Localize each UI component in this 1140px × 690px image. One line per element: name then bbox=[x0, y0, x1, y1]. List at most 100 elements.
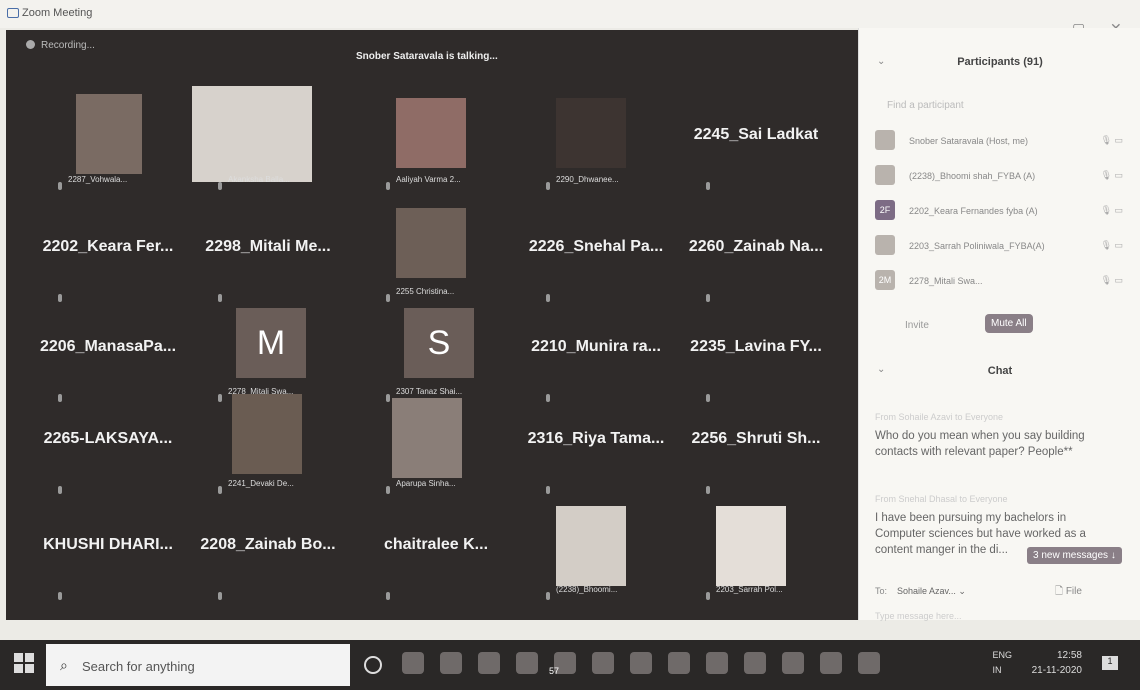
video-tile[interactable]: 2287_Vohwala... bbox=[28, 86, 188, 196]
mute-all-button[interactable]: Mute All bbox=[985, 314, 1033, 333]
participant-row[interactable]: 2F 2202_Keara Fernandes fyba (A) 🎙 ▭ bbox=[875, 200, 1131, 228]
video-tile[interactable]: 2241_Devaki De... bbox=[188, 390, 348, 500]
recording-label: Recording... bbox=[41, 40, 95, 51]
chrome-icon[interactable] bbox=[630, 652, 652, 674]
participant-name: 2316_Riya Tama... bbox=[527, 430, 665, 447]
mic-video-icon[interactable]: 🎙 ▭ bbox=[1101, 170, 1123, 181]
video-tile[interactable]: (2238)_Bhoomi... bbox=[516, 496, 676, 606]
participant-caption: Aaliyah Varma 2... bbox=[396, 175, 461, 184]
muted-mic-icon bbox=[58, 486, 62, 494]
muted-mic-icon bbox=[58, 592, 62, 600]
video-tile[interactable]: 2298_Mitali Me... bbox=[188, 198, 348, 308]
participant-name: 2202_Keara Fer... bbox=[42, 238, 174, 255]
mic-video-icon[interactable]: 🎙 ▭ bbox=[1101, 240, 1123, 251]
store-icon[interactable] bbox=[478, 652, 500, 674]
participant-caption: 2287_Vohwala... bbox=[68, 175, 128, 184]
muted-mic-icon bbox=[386, 592, 390, 600]
chat-recipient[interactable]: To: Sohaile Azav... ⌄ bbox=[875, 586, 966, 597]
new-messages-button[interactable]: 3 new messages ↓ bbox=[1027, 547, 1122, 564]
participant-avatar: 2M bbox=[875, 270, 895, 290]
mic-video-icon[interactable]: 🎙 ▭ bbox=[1101, 205, 1123, 216]
recording-indicator[interactable]: Recording... bbox=[26, 40, 95, 51]
video-tile[interactable]: 2290_Dhwanee... bbox=[516, 86, 676, 196]
participant-name: 2226_Snehal Pa... bbox=[528, 238, 664, 255]
participant-avatar: S bbox=[404, 308, 474, 378]
participant-avatar: M bbox=[236, 308, 306, 378]
participant-row-name: 2278_Mitali Swa... bbox=[909, 276, 983, 286]
video-tile[interactable]: 2208_Zainab Bo... bbox=[188, 496, 348, 606]
muted-mic-icon bbox=[58, 182, 62, 190]
participant-name: 2206_ManasaPa... bbox=[39, 338, 177, 355]
zoom-icon[interactable] bbox=[820, 652, 842, 674]
participant-row[interactable]: Snober Sataravala (Host, me) 🎙 ▭ bbox=[875, 130, 1131, 158]
video-tile[interactable]: 2202_Keara Fer... bbox=[28, 198, 188, 308]
participant-caption: Akanksha Balla... bbox=[228, 175, 290, 184]
participant-name: 2208_Zainab Bo... bbox=[200, 536, 336, 553]
video-tile[interactable]: 2260_Zainab Na... bbox=[676, 198, 836, 308]
participant-row[interactable]: (2238)_Bhoomi shah_FYBA (A) 🎙 ▭ bbox=[875, 165, 1131, 193]
video-tile[interactable]: 2226_Snehal Pa... bbox=[516, 198, 676, 308]
task-view-icon[interactable] bbox=[402, 652, 424, 674]
app-icon[interactable] bbox=[782, 652, 804, 674]
video-tile[interactable]: 2203_Sarrah Pol... bbox=[676, 496, 836, 606]
participant-row-name: 2202_Keara Fernandes fyba (A) bbox=[909, 206, 1038, 216]
video-gallery: Recording... Snober Sataravala is talkin… bbox=[6, 30, 858, 620]
participant-name: 2245_Sai Ladkat bbox=[693, 126, 819, 143]
video-tile[interactable]: 2316_Riya Tama... bbox=[516, 390, 676, 500]
video-tile[interactable]: 2265-LAKSAYA... bbox=[28, 390, 188, 500]
participant-video bbox=[396, 208, 466, 278]
muted-mic-icon bbox=[546, 592, 550, 600]
find-participant-input[interactable]: Find a participant bbox=[887, 100, 964, 111]
mail-icon[interactable] bbox=[516, 652, 538, 674]
time: 12:58 bbox=[1056, 650, 1082, 661]
participant-name: 2235_Lavina FY... bbox=[690, 338, 822, 355]
participant-caption: 2255 Christina... bbox=[396, 287, 455, 296]
clock[interactable]: 12:58 21-11-2020 bbox=[1032, 648, 1082, 678]
participant-row[interactable]: 2203_Sarrah Poliniwala_FYBA(A) 🎙 ▭ bbox=[875, 235, 1131, 263]
video-tile[interactable]: Aparupa Sinha... bbox=[356, 390, 516, 500]
chat-input[interactable]: Type message here... bbox=[875, 611, 962, 621]
file-button[interactable]: 🗋 File bbox=[1055, 584, 1082, 601]
chat-sender: From Snehal Dhasal to Everyone bbox=[875, 494, 1008, 504]
participant-video bbox=[556, 98, 626, 168]
participant-video bbox=[716, 506, 786, 586]
excel-icon[interactable] bbox=[592, 652, 614, 674]
calculator-icon[interactable] bbox=[706, 652, 728, 674]
active-speaker-label: Snober Sataravala is talking... bbox=[356, 51, 498, 62]
video-tile[interactable]: KHUSHI DHARI... bbox=[28, 496, 188, 606]
muted-mic-icon bbox=[386, 182, 390, 190]
file-explorer-icon[interactable] bbox=[440, 652, 462, 674]
recipient-select[interactable]: Sohaile Azav... ⌄ bbox=[897, 586, 966, 596]
video-tile[interactable]: Aaliyah Varma 2... bbox=[356, 86, 516, 196]
windows-start-icon[interactable] bbox=[14, 653, 34, 673]
video-tile[interactable]: 2256_Shruti Sh... bbox=[676, 390, 836, 500]
participant-avatar: 2F bbox=[875, 200, 895, 220]
participant-caption: Aparupa Sinha... bbox=[396, 479, 456, 488]
network-icon[interactable] bbox=[858, 652, 880, 674]
video-tile[interactable]: 2255 Christina... bbox=[356, 198, 516, 308]
invite-button[interactable]: Invite bbox=[905, 320, 929, 331]
video-tile[interactable]: chaitralee K... bbox=[356, 496, 516, 606]
participant-row[interactable]: 2M 2278_Mitali Swa... 🎙 ▭ bbox=[875, 270, 1131, 298]
chat-title: Chat bbox=[987, 365, 1013, 377]
participant-video bbox=[76, 94, 142, 174]
participant-name: 2298_Mitali Me... bbox=[205, 238, 331, 255]
taskbar-search[interactable]: ⌕ Search for anything bbox=[46, 644, 350, 686]
mail-badge: 57 bbox=[549, 666, 560, 676]
cortana-icon[interactable] bbox=[364, 656, 382, 674]
browser-icon[interactable] bbox=[744, 652, 766, 674]
participant-caption: 2290_Dhwanee... bbox=[556, 175, 619, 184]
muted-mic-icon bbox=[546, 486, 550, 494]
mic-video-icon[interactable]: 🎙 ▭ bbox=[1101, 275, 1123, 286]
file-label: File bbox=[1065, 586, 1082, 597]
video-tile[interactable]: 2245_Sai Ladkat bbox=[676, 86, 836, 196]
video-tile[interactable]: Akanksha Balla... bbox=[188, 86, 348, 196]
participant-video bbox=[392, 398, 462, 478]
mic-video-icon[interactable]: 🎙 ▭ bbox=[1101, 135, 1123, 146]
language-indicator[interactable]: ENG IN bbox=[992, 648, 1012, 678]
search-placeholder: Search for anything bbox=[82, 659, 195, 674]
notification-icon[interactable]: 1 bbox=[1102, 656, 1118, 670]
participant-name: 2260_Zainab Na... bbox=[688, 238, 824, 255]
edge-icon[interactable] bbox=[668, 652, 690, 674]
participant-row-name: Snober Sataravala (Host, me) bbox=[909, 136, 1029, 146]
